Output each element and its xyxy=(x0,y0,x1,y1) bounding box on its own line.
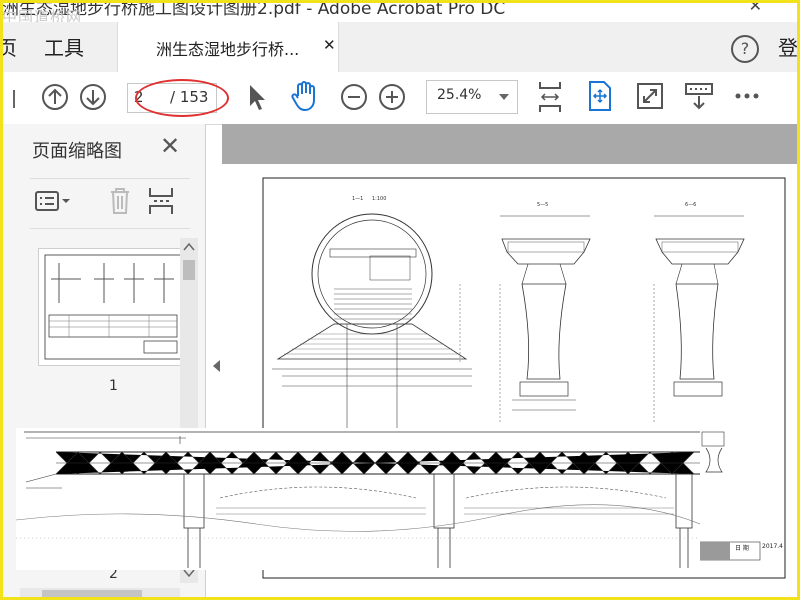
zoom-in-icon[interactable] xyxy=(378,83,406,111)
collapse-panel-icon[interactable] xyxy=(213,360,220,372)
trash-icon[interactable] xyxy=(108,186,132,216)
zoom-out-icon[interactable] xyxy=(340,83,368,111)
help-icon[interactable]: ? xyxy=(731,35,759,63)
drawing-date: 2017.4 xyxy=(762,543,783,550)
scroll-mode-icon[interactable] xyxy=(684,82,714,112)
elevation-drawing xyxy=(15,428,702,570)
window-close-icon[interactable]: ✕ xyxy=(749,0,762,15)
red-annotation-ellipse xyxy=(135,79,229,117)
sign-in-link[interactable]: 登 xyxy=(778,32,798,61)
title-block xyxy=(700,541,761,561)
more-options-icon[interactable] xyxy=(734,90,760,102)
document-tab[interactable]: 洲生态湿地步行桥... ✕ xyxy=(117,22,339,72)
fit-width-icon[interactable] xyxy=(536,80,564,114)
panel-title: 页面缩略图 xyxy=(32,141,122,162)
full-screen-icon[interactable] xyxy=(636,82,664,110)
menu-home[interactable]: 页 xyxy=(0,32,17,61)
toolbar-left-edge-icon[interactable] xyxy=(0,88,20,110)
panel-close-icon[interactable]: ✕ xyxy=(160,132,180,160)
insert-page-icon[interactable] xyxy=(148,186,176,216)
chevron-down-icon xyxy=(499,94,509,100)
fit-page-icon[interactable] xyxy=(586,80,614,112)
select-tool-icon[interactable] xyxy=(246,82,270,112)
section-label: 5—5 xyxy=(537,202,548,208)
thumbnail-options-icon[interactable] xyxy=(34,190,74,214)
zoom-dropdown[interactable]: 25.4% xyxy=(426,80,518,114)
document-tab-label: 洲生态湿地步行桥... xyxy=(156,40,300,59)
panel-divider xyxy=(30,178,190,179)
section-label: 6—6 xyxy=(685,202,696,208)
page-thumbnail[interactable] xyxy=(38,248,188,366)
zoom-value: 25.4% xyxy=(437,87,482,103)
horizontal-scrollbar[interactable] xyxy=(20,588,180,600)
watermark-text: 中国道桥网 xyxy=(2,8,83,22)
sheet-label: 日 期 xyxy=(735,545,749,552)
detail-view-drawing xyxy=(701,431,725,473)
document-tab-close-icon[interactable]: ✕ xyxy=(323,36,336,54)
truss-elevation-drawing xyxy=(15,431,702,568)
thumbnail-label: 1 xyxy=(109,378,118,394)
section-label: 1—1 xyxy=(352,196,363,202)
hand-tool-icon[interactable] xyxy=(290,80,320,112)
thumbnail-drawing-icon xyxy=(44,254,182,360)
scale-label: 1:100 xyxy=(372,196,386,202)
title-bar: 洲生态湿地步行桥施工图设计图册2.pdf - Adobe Acrobat Pro… xyxy=(0,0,800,22)
previous-page-icon[interactable] xyxy=(41,83,69,111)
panel-divider xyxy=(30,228,190,229)
next-page-icon[interactable] xyxy=(79,83,107,111)
menu-tools[interactable]: 工具 xyxy=(44,32,84,61)
